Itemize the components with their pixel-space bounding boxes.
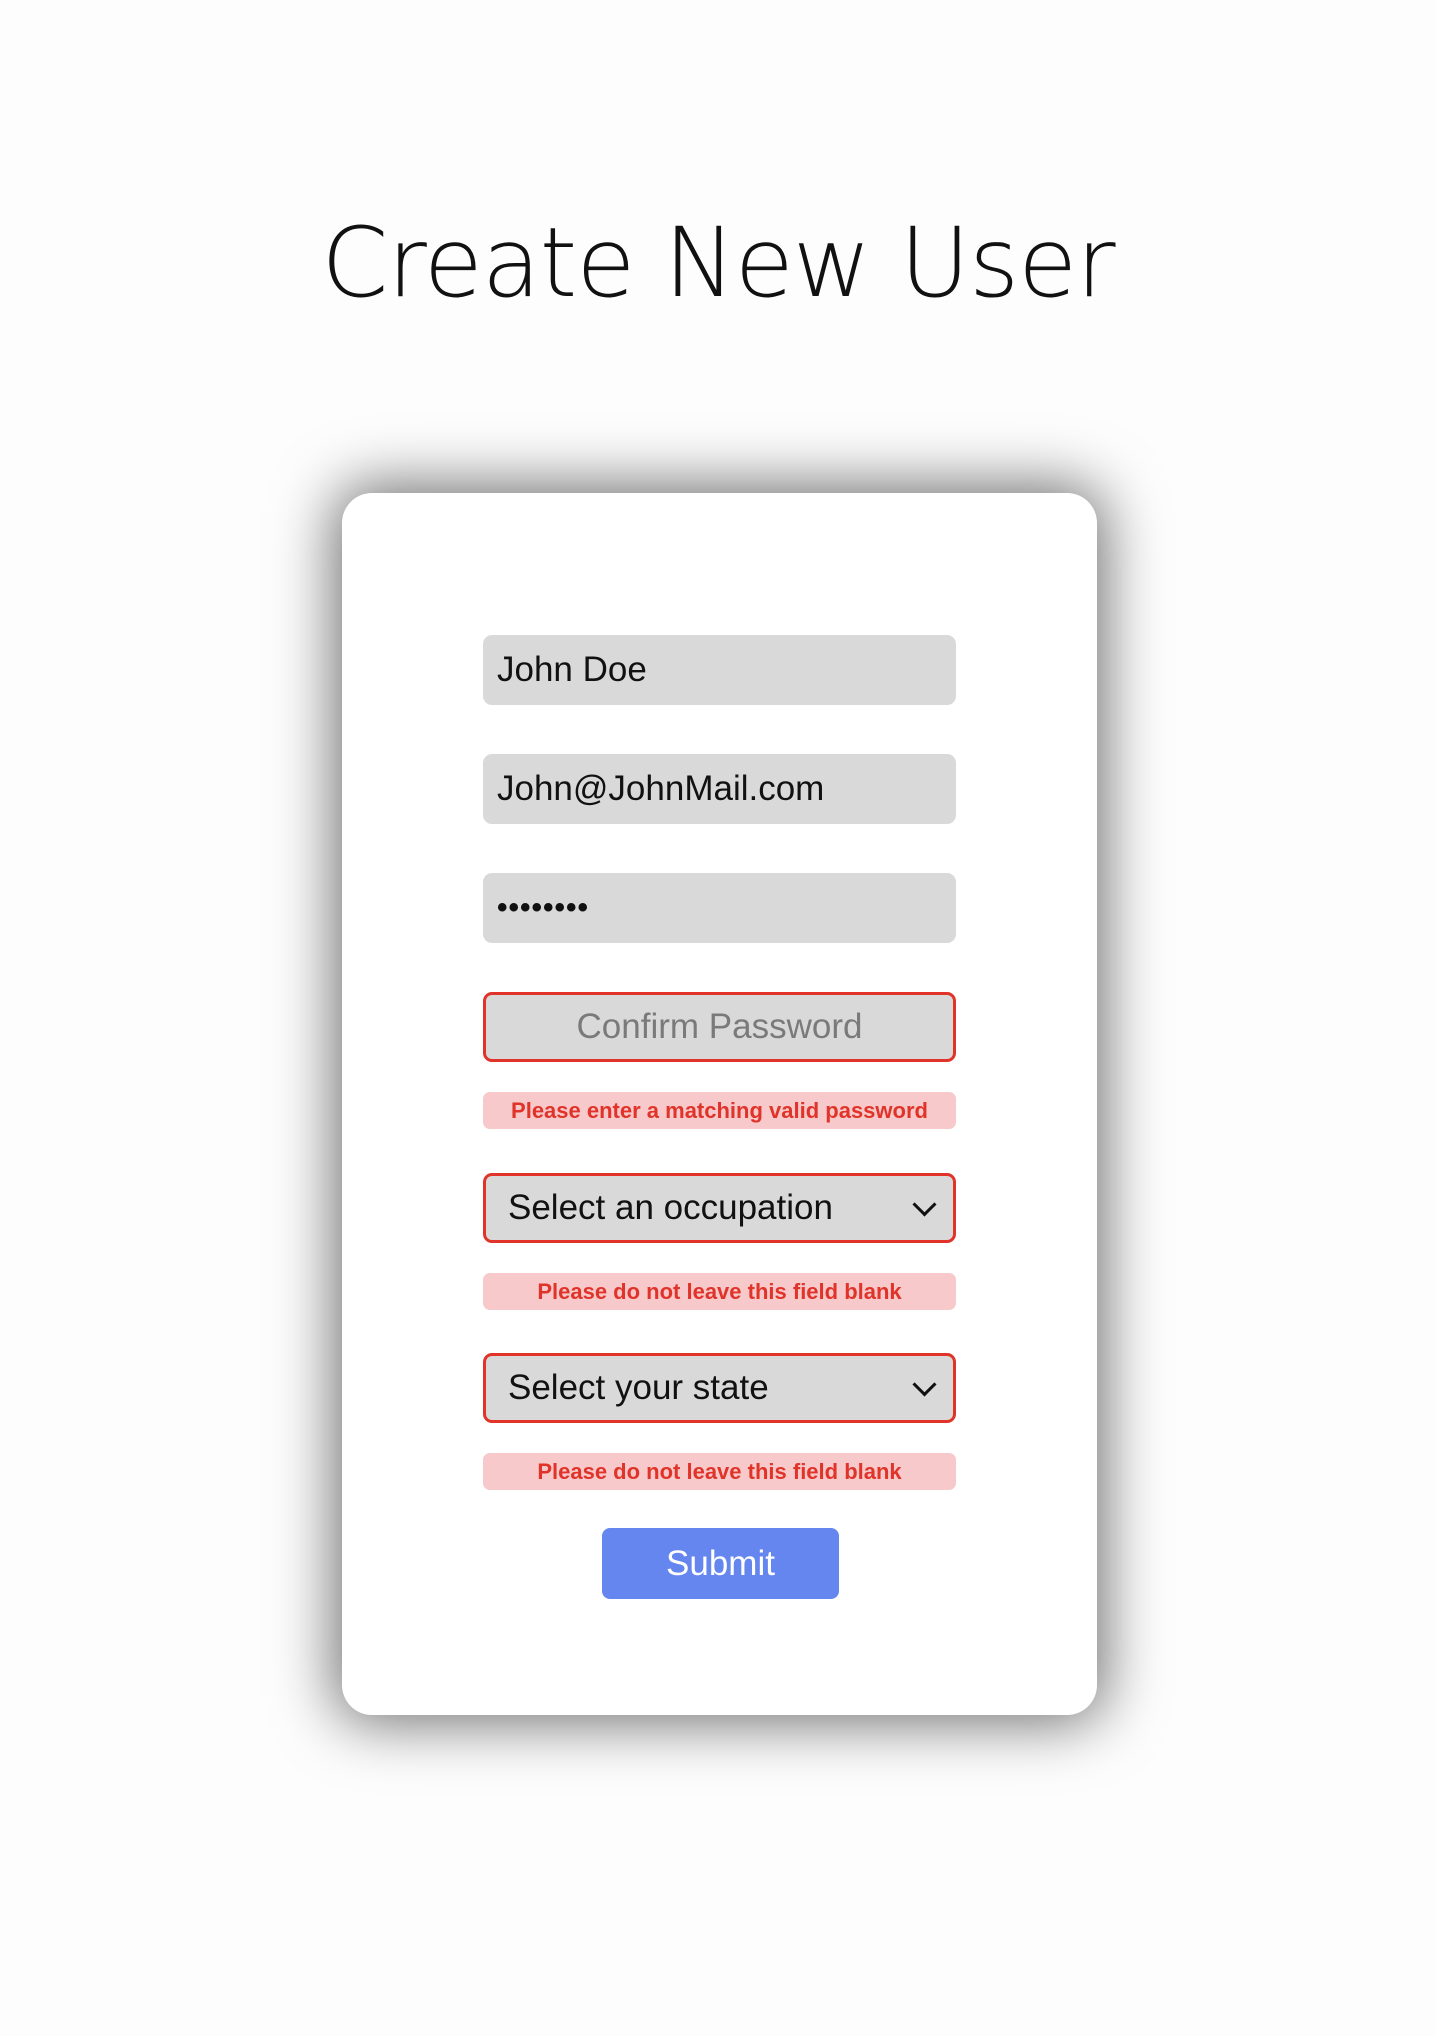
confirm-password-input[interactable]: Confirm Password <box>483 992 956 1062</box>
submit-button[interactable]: Submit <box>602 1528 839 1599</box>
state-select-value: Select your state <box>508 1368 769 1407</box>
page-title: Create New User <box>321 207 1115 319</box>
occupation-select[interactable]: Select an occupation <box>483 1173 956 1243</box>
state-select[interactable]: Select your state <box>483 1353 956 1423</box>
page: Create New User John Doe John@JohnMail.c… <box>0 0 1436 2036</box>
password-input[interactable]: •••••••• <box>483 873 956 943</box>
confirm-password-error: Please enter a matching valid password <box>483 1092 956 1129</box>
chevron-down-icon <box>912 1191 937 1217</box>
occupation-select-value: Select an occupation <box>508 1188 833 1227</box>
email-input[interactable]: John@JohnMail.com <box>483 754 956 824</box>
state-error: Please do not leave this field blank <box>483 1453 956 1490</box>
occupation-error: Please do not leave this field blank <box>483 1273 956 1310</box>
name-input[interactable]: John Doe <box>483 635 956 705</box>
create-user-form-card: John Doe John@JohnMail.com •••••••• Conf… <box>342 493 1097 1715</box>
chevron-down-icon <box>912 1371 937 1397</box>
